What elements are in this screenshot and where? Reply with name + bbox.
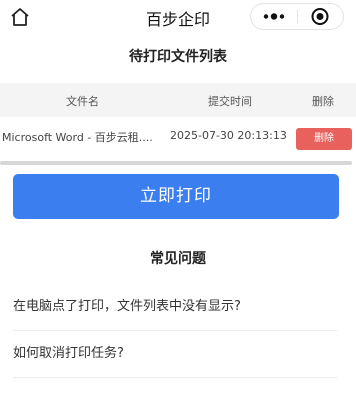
more-button[interactable] bbox=[251, 4, 297, 29]
faq-item-not-shown[interactable]: 在电脑点了打印，文件列表中没有显示? bbox=[13, 284, 337, 331]
print-now-button[interactable]: 立即打印 bbox=[13, 174, 339, 219]
file-list-title: 待打印文件列表 bbox=[129, 49, 227, 65]
more-dots-icon bbox=[263, 13, 285, 20]
close-target-icon bbox=[311, 8, 329, 25]
column-header-time: 提交时间 bbox=[208, 95, 252, 108]
delete-button[interactable]: 删除 bbox=[296, 128, 352, 150]
faq-item-cancel-print[interactable]: 如何取消打印任务? bbox=[13, 331, 337, 378]
close-button[interactable] bbox=[298, 4, 343, 29]
page: 百步企印 待打印文件列表 文件名 提交时间 删除 Microsoft Word … bbox=[0, 0, 356, 402]
column-header-filename: 文件名 bbox=[66, 95, 99, 108]
table-scrollbar[interactable] bbox=[0, 161, 352, 165]
submit-time: 2025-07-30 20:13:13 bbox=[170, 129, 287, 142]
capsule-menu bbox=[250, 3, 344, 30]
faq-title: 常见问题 bbox=[150, 251, 206, 267]
table-header: 文件名 提交时间 删除 bbox=[0, 83, 356, 117]
table-row: Microsoft Word - 百步云租.... 2025-07-30 20:… bbox=[0, 118, 356, 156]
file-name: Microsoft Word - 百步云租.... bbox=[2, 131, 153, 144]
column-header-delete: 删除 bbox=[312, 95, 334, 108]
top-bar: 百步企印 bbox=[0, 0, 356, 34]
